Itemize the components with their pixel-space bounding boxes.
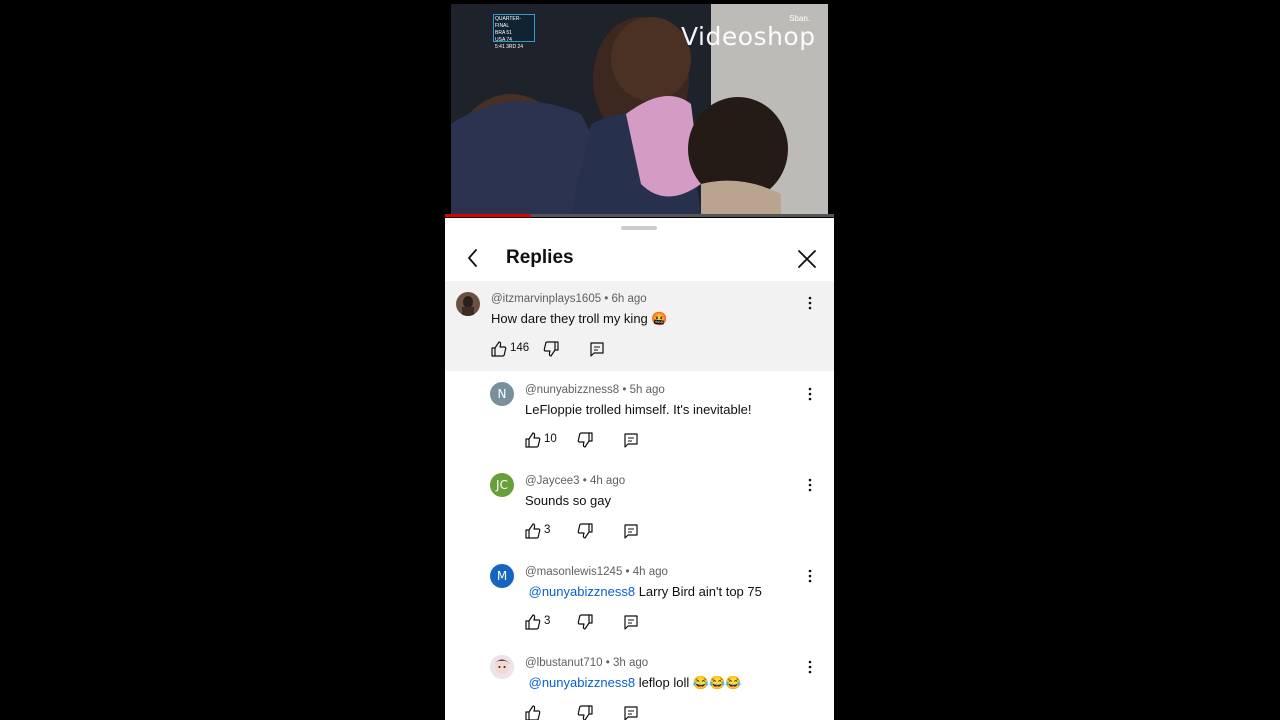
avatar-initial: N bbox=[497, 387, 507, 401]
scorebug-round: QUARTER-FINAL bbox=[495, 16, 522, 29]
like-count: 146 bbox=[510, 342, 530, 354]
video-player[interactable]: QUARTER-FINAL BRA 51 USA 74 5:41 3RD 24 … bbox=[445, 0, 834, 218]
thumbs-down-icon[interactable] bbox=[576, 704, 594, 720]
avatar[interactable]: JC bbox=[490, 473, 514, 497]
comment-author[interactable]: @nunyabizzness8 bbox=[525, 384, 619, 396]
more-vertical-icon[interactable] bbox=[802, 568, 818, 584]
comment-body: Sounds so gay bbox=[525, 493, 612, 508]
videoshop-watermark: Videoshop bbox=[681, 22, 816, 51]
comment-meta: @lbustanut710 • 3h ago bbox=[525, 657, 649, 669]
comment-meta: @masonlewis1245 • 4h ago bbox=[525, 566, 668, 578]
like-count: 10 bbox=[544, 433, 557, 445]
scorebug-clock: 5:41 3RD 24 bbox=[495, 44, 524, 50]
thumbs-up-icon[interactable] bbox=[490, 340, 508, 358]
thumbs-down-icon[interactable] bbox=[542, 340, 560, 358]
comment-text: @nunyabizzness8 Larry Bird ain't top 75 bbox=[525, 584, 762, 599]
reply-icon[interactable] bbox=[622, 431, 640, 449]
comment-author[interactable]: @Jaycee3 bbox=[525, 475, 580, 487]
drag-handle[interactable] bbox=[621, 226, 657, 230]
thumbs-up-icon[interactable] bbox=[524, 431, 542, 449]
comment-time: 4h ago bbox=[589, 475, 626, 487]
comment-item: @itzmarvinplays1605 • 6h ago How dare th… bbox=[445, 281, 834, 371]
comment-actions: 10 bbox=[524, 431, 654, 451]
avatar[interactable] bbox=[490, 655, 514, 679]
comment-body: leflop loll 😂😂😂 bbox=[638, 675, 742, 690]
comment-text: Sounds so gay bbox=[525, 493, 611, 508]
comment-author[interactable]: @masonlewis1245 bbox=[525, 566, 622, 578]
mention-link[interactable]: @nunyabizzness8 bbox=[529, 584, 635, 599]
comment-time: 4h ago bbox=[632, 566, 668, 578]
more-vertical-icon[interactable] bbox=[802, 659, 818, 675]
comment-time: 3h ago bbox=[612, 657, 649, 669]
reply-item: JC @Jaycee3 • 4h ago Sounds so gay 3 bbox=[445, 471, 834, 557]
avatar-image bbox=[456, 292, 480, 316]
avatar[interactable]: M bbox=[490, 564, 514, 588]
comment-body: LeFloppie trolled himself. It's inevitab… bbox=[525, 402, 752, 417]
like-count: 3 bbox=[544, 524, 551, 536]
thumbs-up-icon[interactable] bbox=[524, 704, 542, 720]
comment-actions: 3 bbox=[524, 522, 654, 542]
comment-meta: @nunyabizzness8 • 5h ago bbox=[525, 384, 665, 396]
comment-time: 5h ago bbox=[629, 384, 665, 396]
avatar-initial: M bbox=[496, 569, 508, 583]
video-progress-fill bbox=[445, 214, 531, 217]
close-icon[interactable] bbox=[795, 247, 819, 271]
comment-meta: @Jaycee3 • 4h ago bbox=[525, 475, 626, 487]
broadcaster-logo: Sban. bbox=[789, 14, 810, 23]
avatar-initial: JC bbox=[496, 478, 508, 492]
mention-link[interactable]: @nunyabizzness8 bbox=[529, 675, 635, 690]
scorebug-team2: USA 74 bbox=[495, 37, 512, 43]
like-count: 3 bbox=[544, 615, 551, 627]
reply-item: M @masonlewis1245 • 4h ago @nunyabizznes… bbox=[445, 562, 834, 648]
comment-text: LeFloppie trolled himself. It's inevitab… bbox=[525, 402, 751, 417]
comment-actions: 146 bbox=[490, 340, 620, 360]
more-vertical-icon[interactable] bbox=[802, 295, 818, 311]
thumbs-up-icon[interactable] bbox=[524, 613, 542, 631]
replies-sheet: Replies @itzmarvinplays1605 • 6h ago How… bbox=[445, 218, 834, 720]
more-vertical-icon[interactable] bbox=[802, 477, 818, 493]
thumbs-up-icon[interactable] bbox=[524, 522, 542, 540]
reply-icon[interactable] bbox=[622, 613, 640, 631]
scorebug-team1: BRA 51 bbox=[495, 30, 512, 36]
video-frame[interactable]: QUARTER-FINAL BRA 51 USA 74 5:41 3RD 24 … bbox=[451, 4, 828, 214]
sheet-header: Replies bbox=[445, 238, 834, 280]
reply-icon[interactable] bbox=[588, 340, 606, 358]
chevron-left-icon[interactable] bbox=[463, 246, 483, 270]
comment-text: How dare they troll my king 🤬 bbox=[491, 311, 668, 327]
more-vertical-icon[interactable] bbox=[802, 386, 818, 402]
avatar[interactable]: N bbox=[490, 382, 514, 406]
avatar-image bbox=[490, 655, 514, 679]
comment-meta: @itzmarvinplays1605 • 6h ago bbox=[491, 293, 647, 305]
comment-body: How dare they troll my king 🤬 bbox=[491, 311, 668, 326]
avatar[interactable] bbox=[456, 292, 480, 316]
thumbs-down-icon[interactable] bbox=[576, 522, 594, 540]
comment-author[interactable]: @lbustanut710 bbox=[525, 657, 603, 669]
scorebug: QUARTER-FINAL BRA 51 USA 74 5:41 3RD 24 bbox=[493, 14, 535, 50]
reply-icon[interactable] bbox=[622, 522, 640, 540]
reply-icon[interactable] bbox=[622, 704, 640, 720]
comment-time: 6h ago bbox=[611, 293, 647, 305]
thumbs-down-icon[interactable] bbox=[576, 431, 594, 449]
phone-screen: QUARTER-FINAL BRA 51 USA 74 5:41 3RD 24 … bbox=[445, 0, 834, 720]
comment-body: Larry Bird ain't top 75 bbox=[638, 584, 762, 599]
reply-item: @lbustanut710 • 3h ago @nunyabizzness8 l… bbox=[445, 653, 834, 720]
comment-text: @nunyabizzness8 leflop loll 😂😂😂 bbox=[525, 675, 742, 691]
comment-actions bbox=[524, 704, 654, 720]
comment-author[interactable]: @itzmarvinplays1605 bbox=[491, 293, 601, 305]
page-title: Replies bbox=[506, 247, 574, 268]
comment-actions: 3 bbox=[524, 613, 654, 633]
video-progress-bar[interactable] bbox=[445, 214, 834, 217]
reply-item: N @nunyabizzness8 • 5h ago LeFloppie tro… bbox=[445, 380, 834, 466]
thumbs-down-icon[interactable] bbox=[576, 613, 594, 631]
